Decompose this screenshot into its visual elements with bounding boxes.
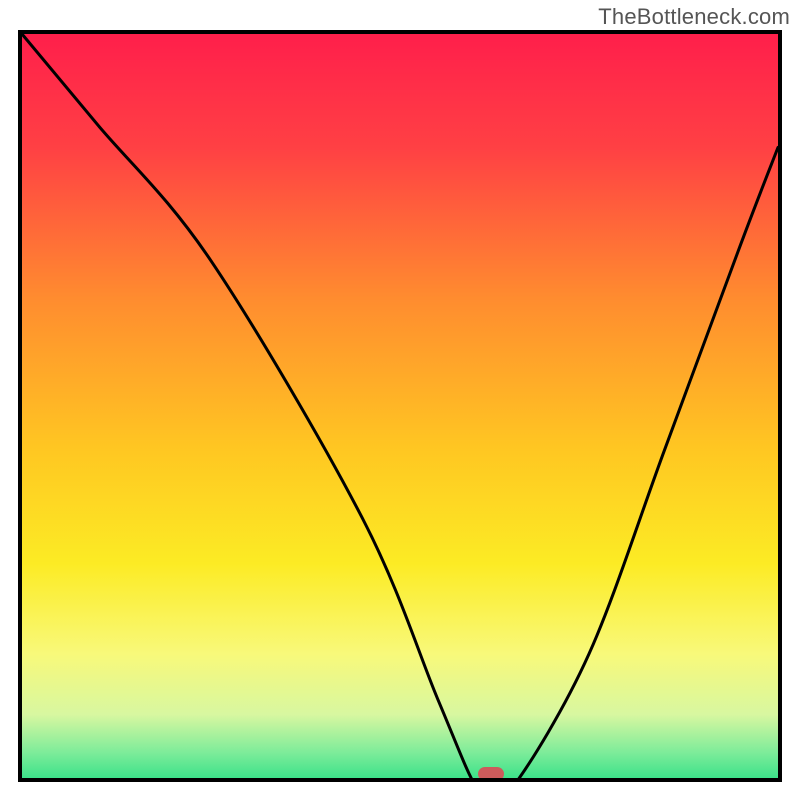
chart-container: TheBottleneck.com xyxy=(0,0,800,800)
optimal-point-marker xyxy=(478,767,504,781)
plot-area xyxy=(18,30,782,782)
bottleneck-curve xyxy=(22,34,778,782)
watermark-text: TheBottleneck.com xyxy=(598,4,790,30)
